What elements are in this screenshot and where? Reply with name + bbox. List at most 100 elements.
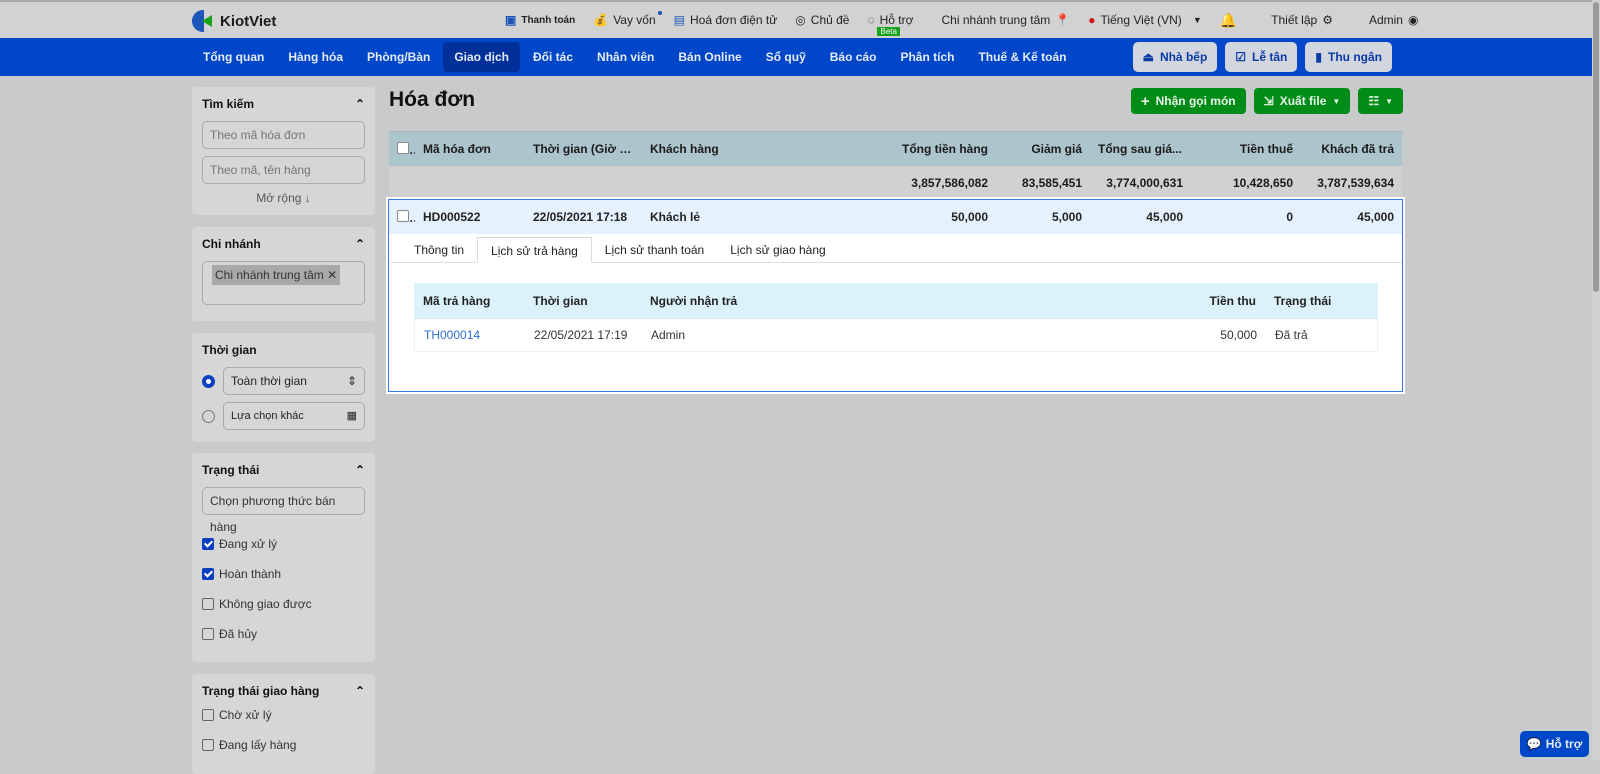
filter-checkbox-row[interactable]: Đang xử lý xyxy=(202,537,365,551)
product-search-input[interactable] xyxy=(202,156,365,184)
nav-item-5[interactable]: Nhân viên xyxy=(586,42,665,72)
col-time[interactable]: Thời gian (Giờ đi) xyxy=(525,142,642,156)
notifications-button[interactable]: 🔔 xyxy=(1220,13,1237,27)
filter-checkbox-row[interactable]: Không giao được xyxy=(202,597,365,611)
caret-down-icon: ▼ xyxy=(1385,96,1393,106)
col-customer[interactable]: Khách hàng xyxy=(642,142,842,156)
custom-time-radio[interactable] xyxy=(202,409,215,423)
sort-arrows-icon: ⇕ xyxy=(346,374,357,388)
checkbox[interactable] xyxy=(202,598,214,610)
money-bag-icon: 💰 xyxy=(593,13,609,27)
palette-icon: ◎ xyxy=(795,13,806,27)
support-chat-button[interactable]: 💬 Hỗ trợ xyxy=(1520,731,1589,757)
file-icon: ▮ xyxy=(1315,50,1322,64)
branch-selector[interactable]: Chi nhánh trung tâm 📍 xyxy=(942,13,1071,27)
tab-delivery-history[interactable]: Lịch sử giao hàng xyxy=(717,237,838,262)
nav-item-6[interactable]: Bán Online xyxy=(667,42,752,72)
delivery-status-filter-card: Trạng thái giao hàng ⌃ Chờ xử lý Đang lấy … xyxy=(192,674,375,774)
reception-button[interactable]: ☑ Lễ tân xyxy=(1225,42,1298,72)
nav-item-10[interactable]: Thuế & Kế toán xyxy=(967,42,1077,72)
col-paid[interactable]: Khách đã trả xyxy=(1301,142,1402,156)
branch-multiselect[interactable]: Chi nhánh trung tâm ✕ xyxy=(202,261,365,305)
close-icon[interactable]: ✕ xyxy=(327,268,337,282)
table-row[interactable]: HD000522 22/05/2021 17:18 Khách lẻ 50,00… xyxy=(389,200,1402,234)
checkbox[interactable] xyxy=(202,628,214,640)
nav-item-4[interactable]: Đối tác xyxy=(522,42,584,72)
location-icon: 📍 xyxy=(1055,13,1071,27)
nav-item-8[interactable]: Báo cáo xyxy=(819,42,888,72)
col-after-discount[interactable]: Tổng sau giá... xyxy=(1090,142,1191,156)
chevron-up-icon[interactable]: ⌃ xyxy=(355,97,365,111)
status-filter-card: Trạng thái ⌃ Chọn phương thức bán hàng Đa… xyxy=(192,453,375,662)
checkbox[interactable] xyxy=(202,739,214,751)
theme-link[interactable]: ◎ Chủ đề xyxy=(795,13,849,27)
chevron-up-icon[interactable]: ⌃ xyxy=(355,237,365,251)
kitchen-button[interactable]: ⏏ Nhà bếp xyxy=(1132,42,1218,72)
checkbox[interactable] xyxy=(202,568,214,580)
branch-tag: Chi nhánh trung tâm ✕ xyxy=(212,265,341,285)
filter-checkbox-row[interactable]: Đã hủy xyxy=(202,627,365,641)
filter-checkbox-row[interactable]: Hoàn thành xyxy=(202,567,365,581)
caret-down-icon: ▼ xyxy=(1192,14,1202,25)
nav-item-3[interactable]: Giao dịch xyxy=(443,42,521,72)
calendar-icon: ▦ xyxy=(346,410,357,422)
calendar-check-icon: ☑ xyxy=(1235,50,1247,64)
nav-item-1[interactable]: Hàng hóa xyxy=(277,42,354,72)
top-bar: KiotViet ▣ Thanh toán 💰 Vay vốn ▤ Hoá đơn đ… xyxy=(0,0,1592,38)
col-discount[interactable]: Giảm giá xyxy=(996,142,1090,156)
nav-item-2[interactable]: Phòng/Bàn xyxy=(356,42,441,72)
detail-tabs: Thông tin Lịch sử trả hàng Lịch sử thanh… xyxy=(391,237,1402,263)
row-checkbox[interactable] xyxy=(397,209,409,222)
chevron-up-icon[interactable]: ⌃ xyxy=(355,463,365,477)
payment-link[interactable]: ▣ Thanh toán xyxy=(505,14,575,26)
select-all-checkbox[interactable] xyxy=(397,141,409,154)
sales-method-select[interactable]: Chọn phương thức bán hàng xyxy=(202,487,365,534)
kiotviet-logo-icon xyxy=(192,10,214,32)
loan-link[interactable]: 💰 Vay vốn xyxy=(593,11,662,27)
custom-date-picker[interactable]: Lựa chọn khác ▦ xyxy=(223,402,365,430)
invoice-code-search-input[interactable] xyxy=(202,121,365,149)
branch-filter-card: Chi nhánh ⌃ Chi nhánh trung tâm ✕ xyxy=(192,227,375,321)
page-title: Hóa đơn xyxy=(389,88,476,111)
filter-checkbox-row[interactable]: Chờ xử lý xyxy=(202,708,365,722)
bell-icon: 🔔 xyxy=(1219,12,1238,28)
col-subtotal[interactable]: Tổng tiền hàng xyxy=(842,142,996,156)
chevron-up-icon[interactable]: ⌃ xyxy=(355,684,365,698)
time-range-select[interactable]: Toàn thời gian ⇕ xyxy=(223,367,365,395)
support-link[interactable]: ◌ Hỗ trợ Beta xyxy=(867,13,914,36)
tab-return-history[interactable]: Lịch sử trả hàng xyxy=(477,237,592,263)
checkbox[interactable] xyxy=(202,538,214,550)
scrollbar-thumb[interactable] xyxy=(1593,2,1599,292)
plus-icon: + xyxy=(1140,92,1150,110)
checkbox[interactable] xyxy=(202,709,214,721)
return-code-link[interactable]: TH000014 xyxy=(415,328,525,342)
tab-info[interactable]: Thông tin xyxy=(401,237,477,262)
col-tax[interactable]: Tiền thuế xyxy=(1191,142,1301,156)
export-file-button[interactable]: ⇲ Xuất file ▼ xyxy=(1253,88,1351,114)
chat-bubble-icon: 💬 xyxy=(1526,737,1542,751)
cashier-button[interactable]: ▮ Thu ngân xyxy=(1305,42,1392,72)
column-toggle-button[interactable]: ☷ ▼ xyxy=(1358,88,1403,114)
expand-search-link[interactable]: Mở rộng ↓ xyxy=(202,191,365,205)
gear-icon: ⚙ xyxy=(1322,13,1333,27)
caret-down-icon: ▼ xyxy=(1332,96,1341,106)
invoice-icon: ▤ xyxy=(673,13,685,27)
returns-table-row: TH000014 22/05/2021 17:19 Admin 50,000 Đ… xyxy=(414,318,1378,352)
filter-checkbox-row[interactable]: Đang lấy hàng xyxy=(202,738,365,752)
settings-link[interactable]: Thiết lập ⚙ xyxy=(1271,13,1333,27)
account-menu[interactable]: Admin ◉ xyxy=(1369,13,1419,27)
nav-item-0[interactable]: Tổng quan xyxy=(192,42,275,72)
search-filter-card: Tìm kiếm⌃ Mở rộng ↓ xyxy=(192,87,375,215)
page-scrollbar[interactable] xyxy=(1592,0,1600,760)
language-selector[interactable]: ● Tiếng Việt (VN) ▼ xyxy=(1088,13,1202,27)
take-order-button[interactable]: + Nhận gọi món xyxy=(1130,88,1246,114)
chat-icon: ◌ xyxy=(867,13,875,27)
e-invoice-link[interactable]: ▤ Hoá đơn điện tử xyxy=(674,13,778,27)
totals-row: 3,857,586,082 83,585,451 3,774,000,631 1… xyxy=(389,166,1402,200)
logo[interactable]: KiotViet xyxy=(192,10,276,32)
tab-payment-history[interactable]: Lịch sử thanh toán xyxy=(592,237,717,262)
all-time-radio[interactable] xyxy=(202,374,215,388)
col-invoice-code[interactable]: Mã hóa đơn xyxy=(415,142,525,156)
nav-item-9[interactable]: Phân tích xyxy=(889,42,965,72)
nav-item-7[interactable]: Sổ quỹ xyxy=(755,42,817,72)
